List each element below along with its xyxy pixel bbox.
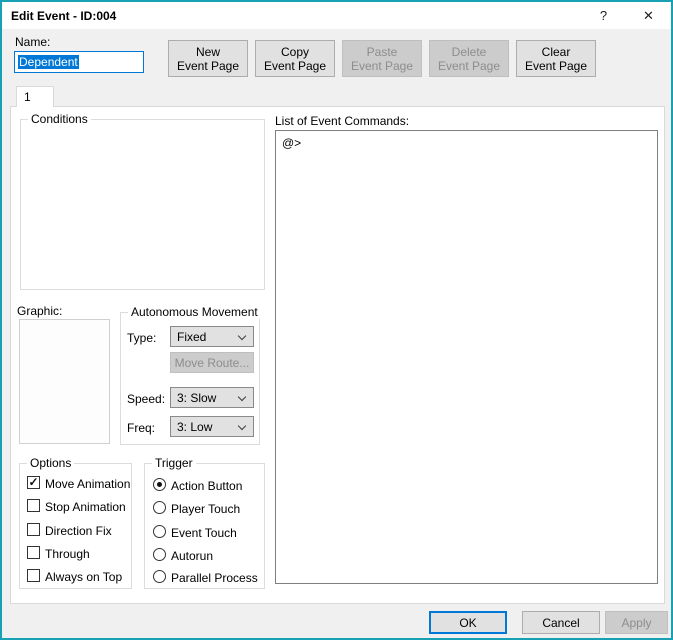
- freq-label: Freq:: [127, 421, 156, 435]
- type-combobox[interactable]: Fixed: [170, 326, 254, 347]
- graphic-picker[interactable]: [19, 319, 110, 444]
- freq-combobox[interactable]: 3: Low: [170, 416, 254, 437]
- event-touch-label[interactable]: Event Touch: [171, 526, 237, 540]
- parallel-process-radio[interactable]: [153, 570, 166, 583]
- chevron-down-icon: [237, 421, 247, 431]
- through-checkbox[interactable]: [27, 546, 40, 559]
- window-title: Edit Event - ID:004: [11, 8, 117, 23]
- direction-fix-label[interactable]: Direction Fix: [45, 524, 112, 538]
- check-icon: ✓: [28, 475, 39, 489]
- chevron-down-icon: [237, 392, 247, 402]
- action-button-radio[interactable]: [153, 478, 166, 491]
- paste-event-page-button: Paste Event Page: [342, 40, 422, 77]
- apply-button: Apply: [605, 611, 668, 634]
- move-route-button: Move Route...: [170, 352, 254, 373]
- action-button-label[interactable]: Action Button: [171, 479, 242, 493]
- conditions-group: Conditions: [20, 112, 265, 290]
- speed-combobox[interactable]: 3: Slow: [170, 387, 254, 408]
- commands-list-label: List of Event Commands:: [275, 114, 410, 128]
- cancel-button[interactable]: Cancel: [522, 611, 600, 634]
- radio-dot-icon: [157, 482, 162, 487]
- event-commands-list[interactable]: @>: [275, 130, 658, 584]
- through-label[interactable]: Through: [45, 547, 90, 561]
- event-touch-radio[interactable]: [153, 525, 166, 538]
- name-input[interactable]: Dependent: [14, 51, 144, 73]
- stop-animation-label[interactable]: Stop Animation: [45, 500, 126, 514]
- close-icon: ✕: [643, 7, 654, 23]
- new-event-page-button[interactable]: New Event Page: [168, 40, 248, 77]
- titlebar: Edit Event - ID:004 ? ✕: [2, 2, 671, 29]
- conditions-group-title: Conditions: [28, 112, 91, 126]
- autorun-radio[interactable]: [153, 548, 166, 561]
- options-group-title: Options: [27, 456, 75, 470]
- autonomous-movement-group-title: Autonomous Movement: [128, 305, 261, 319]
- player-touch-radio[interactable]: [153, 501, 166, 514]
- copy-event-page-button[interactable]: Copy Event Page: [255, 40, 335, 77]
- always-on-top-checkbox[interactable]: [27, 569, 40, 582]
- parallel-process-label[interactable]: Parallel Process: [171, 571, 258, 585]
- edit-event-dialog: Edit Event - ID:004 ? ✕ Name: Dependent …: [0, 0, 673, 640]
- graphic-label: Graphic:: [17, 304, 63, 318]
- speed-label: Speed:: [127, 392, 166, 406]
- clear-event-page-button[interactable]: Clear Event Page: [516, 40, 596, 77]
- tab-page-1[interactable]: 1: [16, 86, 54, 107]
- close-button[interactable]: ✕: [626, 2, 671, 29]
- chevron-down-icon: [237, 331, 247, 341]
- move-animation-checkbox[interactable]: ✓: [27, 476, 40, 489]
- stop-animation-checkbox[interactable]: [27, 499, 40, 512]
- event-command-line[interactable]: @>: [282, 136, 657, 150]
- help-icon: ?: [599, 8, 608, 23]
- autorun-label[interactable]: Autorun: [171, 549, 213, 563]
- always-on-top-label[interactable]: Always on Top: [45, 570, 122, 584]
- move-animation-label[interactable]: Move Animation: [45, 477, 130, 491]
- delete-event-page-button: Delete Event Page: [429, 40, 509, 77]
- direction-fix-checkbox[interactable]: [27, 523, 40, 536]
- name-input-selected-text: Dependent: [18, 55, 79, 69]
- type-label: Type:: [127, 331, 157, 345]
- name-label: Name:: [15, 35, 51, 49]
- trigger-group-title: Trigger: [152, 456, 196, 470]
- help-button[interactable]: ?: [581, 2, 626, 29]
- ok-button[interactable]: OK: [429, 611, 507, 634]
- player-touch-label[interactable]: Player Touch: [171, 502, 240, 516]
